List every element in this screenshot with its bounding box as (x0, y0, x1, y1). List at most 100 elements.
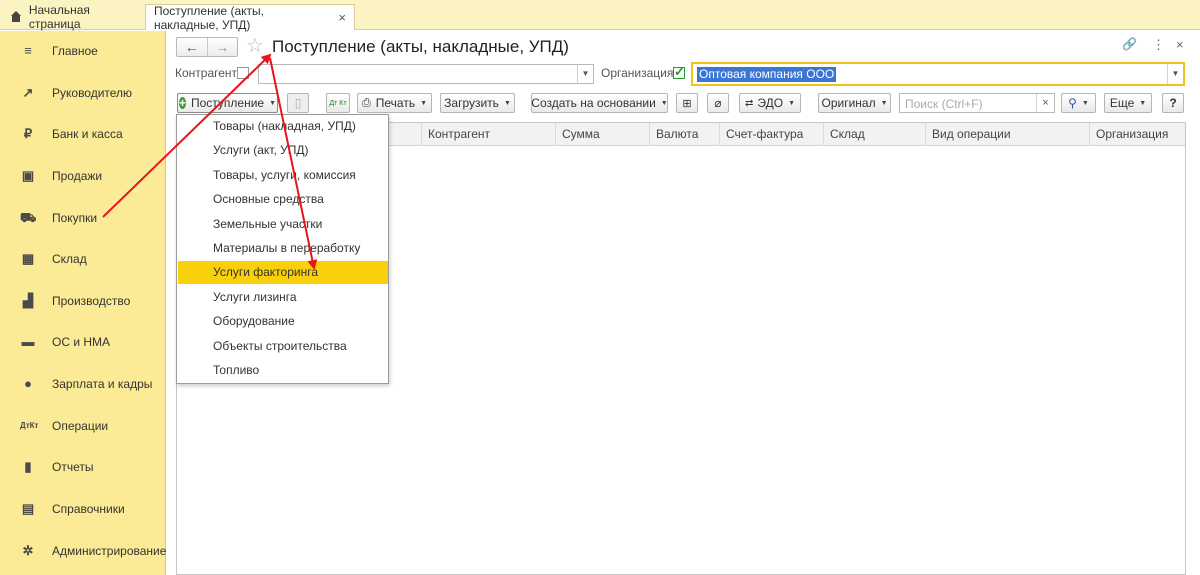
sidebar-item-purchases[interactable]: ⛟ Покупки (0, 200, 166, 236)
sidebar-item-label: Продажи (52, 169, 103, 183)
menu-item[interactable]: Материалы в переработку (178, 237, 388, 260)
app-window: Начальная страница Поступление (акты, на… (0, 0, 1200, 575)
tab-home-label: Начальная страница (28, 2, 90, 31)
structure-button[interactable]: ⊞ (676, 93, 698, 113)
menu-item-factoring[interactable]: Услуги факторинга (178, 261, 388, 284)
create-based-button[interactable]: Создать на основании ▼ (531, 93, 668, 113)
sidebar-item-label: Покупки (52, 211, 98, 225)
search-input[interactable]: Поиск (Ctrl+F) × (899, 93, 1055, 113)
menu-item[interactable]: Оборудование (178, 310, 388, 333)
column-header-warehouse[interactable]: Склад (823, 123, 925, 145)
counterparty-checkbox[interactable] (237, 67, 249, 79)
sidebar-item-references[interactable]: ▤ Справочники (0, 491, 166, 527)
dt-kt-icon: Дт Кт (329, 99, 347, 107)
link-icon[interactable]: 🔗 (1122, 37, 1137, 51)
cart-icon: ⛟ (20, 210, 37, 225)
sidebar-item-reports[interactable]: ▮ Отчеты (0, 449, 166, 485)
column-header-counterparty[interactable]: Контрагент (421, 123, 555, 145)
create-based-label: Создать на основании (531, 96, 656, 110)
menu-item[interactable]: Объекты строительства (178, 335, 388, 358)
factory-icon: ▟ (23, 293, 33, 308)
forward-icon[interactable]: → (206, 38, 238, 56)
sidebar-item-label: Отчеты (52, 460, 94, 474)
tab-bar: Начальная страница Поступление (акты, на… (0, 0, 1200, 32)
column-header-operation[interactable]: Вид операции (925, 123, 1091, 145)
sidebar-item-label: Операции (52, 419, 109, 433)
original-label: Оригинал (821, 96, 876, 110)
sidebar-item-warehouse[interactable]: ▦ Склад (0, 241, 166, 277)
sidebar-item-bank[interactable]: ₽ Банк и касса (0, 116, 166, 152)
attachment-button[interactable]: ⌀ (707, 93, 729, 113)
sidebar-item-label: Главное (52, 44, 98, 58)
menu-item[interactable]: Основные средства (178, 188, 388, 211)
sidebar-item-label: Зарплата и кадры (52, 377, 153, 391)
column-header-currency[interactable]: Валюта (649, 123, 719, 145)
column-header-amount[interactable]: Сумма (555, 123, 649, 145)
menu-item[interactable]: Товары, услуги, комиссия (178, 164, 388, 187)
menu-item[interactable]: Топливо (178, 359, 388, 382)
sidebar-item-main[interactable]: ≡ Главное (0, 33, 166, 69)
sidebar-item-label: Производство (52, 294, 131, 308)
more-vertical-icon[interactable]: ⋮ (1152, 37, 1165, 53)
more-button[interactable]: Еще ▼ (1104, 93, 1152, 113)
create-receipt-button[interactable]: + Поступление ▼ (177, 93, 278, 113)
nav-buttons: ← → (176, 37, 238, 57)
menu-item[interactable]: Земельные участки (178, 213, 388, 236)
close-form-icon[interactable]: × (1176, 37, 1184, 52)
original-button[interactable]: Оригинал ▼ (818, 93, 891, 113)
load-button[interactable]: Загрузить ▼ (440, 93, 515, 113)
sidebar-item-admin[interactable]: ✲ Администрирование (0, 533, 167, 569)
sidebar-item-assets[interactable]: ▬ ОС и НМА (0, 324, 166, 360)
edo-icon: ⇄ (745, 97, 754, 109)
sidebar-item-label: ОС и НМА (52, 335, 111, 349)
page-title: Поступление (акты, накладные, УПД) (272, 37, 569, 56)
edo-button[interactable]: ⇄ ЭДО ▼ (739, 93, 801, 113)
sidebar-item-manager[interactable]: ↗ Руководителю (0, 75, 166, 111)
chevron-down-icon: ▼ (788, 99, 796, 107)
tab-receipts[interactable]: Поступление (акты, накладные, УПД) × (145, 4, 355, 32)
print-button[interactable]: ⎙ Печать ▼ (357, 93, 432, 113)
close-icon[interactable]: × (338, 10, 346, 25)
sidebar-item-sales[interactable]: ▣ Продажи (0, 158, 166, 194)
sidebar-item-production[interactable]: ▟ Производство (0, 283, 166, 319)
search-button[interactable]: ⚲ ▼ (1061, 93, 1096, 113)
person-icon: ● (24, 376, 32, 391)
search-icon: ⚲ (1068, 96, 1077, 110)
copy-button[interactable]: ▯ (287, 93, 309, 113)
tab-home[interactable]: Начальная страница (2, 2, 142, 31)
create-receipt-label: Поступление (190, 96, 265, 110)
copy-icon: ▯ (294, 96, 302, 110)
sidebar-item-operations[interactable]: ДтКт Операции (0, 408, 166, 444)
chevron-down-icon[interactable]: ▼ (1167, 64, 1183, 84)
organization-field[interactable]: Оптовая компания ООО ▼ (691, 62, 1185, 86)
sidebar-item-label: Склад (52, 252, 87, 266)
warehouse-grid-icon: ▦ (21, 251, 35, 266)
column-header-organization[interactable]: Организация (1089, 123, 1185, 145)
clear-icon[interactable]: × (1036, 94, 1054, 112)
menu-item[interactable]: Товары (накладная, УПД) (178, 115, 388, 138)
plus-icon: + (178, 96, 186, 110)
paperclip-icon: ⌀ (714, 96, 722, 110)
dt-kt-button[interactable]: Дт Кт (326, 93, 350, 113)
sidebar-item-label: Справочники (52, 502, 125, 516)
chevron-down-icon[interactable]: ▼ (577, 65, 593, 83)
chevron-down-icon: ▼ (269, 99, 277, 107)
organization-checkbox[interactable] (673, 64, 685, 80)
menu-item[interactable]: Услуги (акт, УПД) (178, 139, 388, 162)
help-button[interactable]: ? (1162, 93, 1184, 113)
star-icon[interactable]: ☆ (246, 36, 264, 56)
menu-item[interactable]: Услуги лизинга (178, 286, 388, 309)
chevron-down-icon: ▼ (420, 99, 428, 107)
edo-label: ЭДО (757, 96, 784, 110)
bar-chart-icon: ▮ (24, 459, 32, 474)
organization-label: Организация: (601, 66, 677, 80)
sidebar-item-label: Банк и касса (52, 127, 123, 141)
sidebar-item-salary[interactable]: ● Зарплата и кадры (0, 366, 166, 402)
counterparty-field[interactable]: ▼ (258, 64, 594, 84)
ruble-coin-icon: ₽ (23, 126, 33, 141)
column-header-invoice[interactable]: Счет-фактура (719, 123, 823, 145)
sidebar: ≡ Главное ↗ Руководителю ₽ Банк и касса … (0, 31, 166, 575)
dt-kt-icon: ДтКт (20, 421, 39, 430)
back-icon[interactable]: ← (177, 38, 207, 56)
chevron-down-icon: ▼ (1139, 99, 1147, 107)
